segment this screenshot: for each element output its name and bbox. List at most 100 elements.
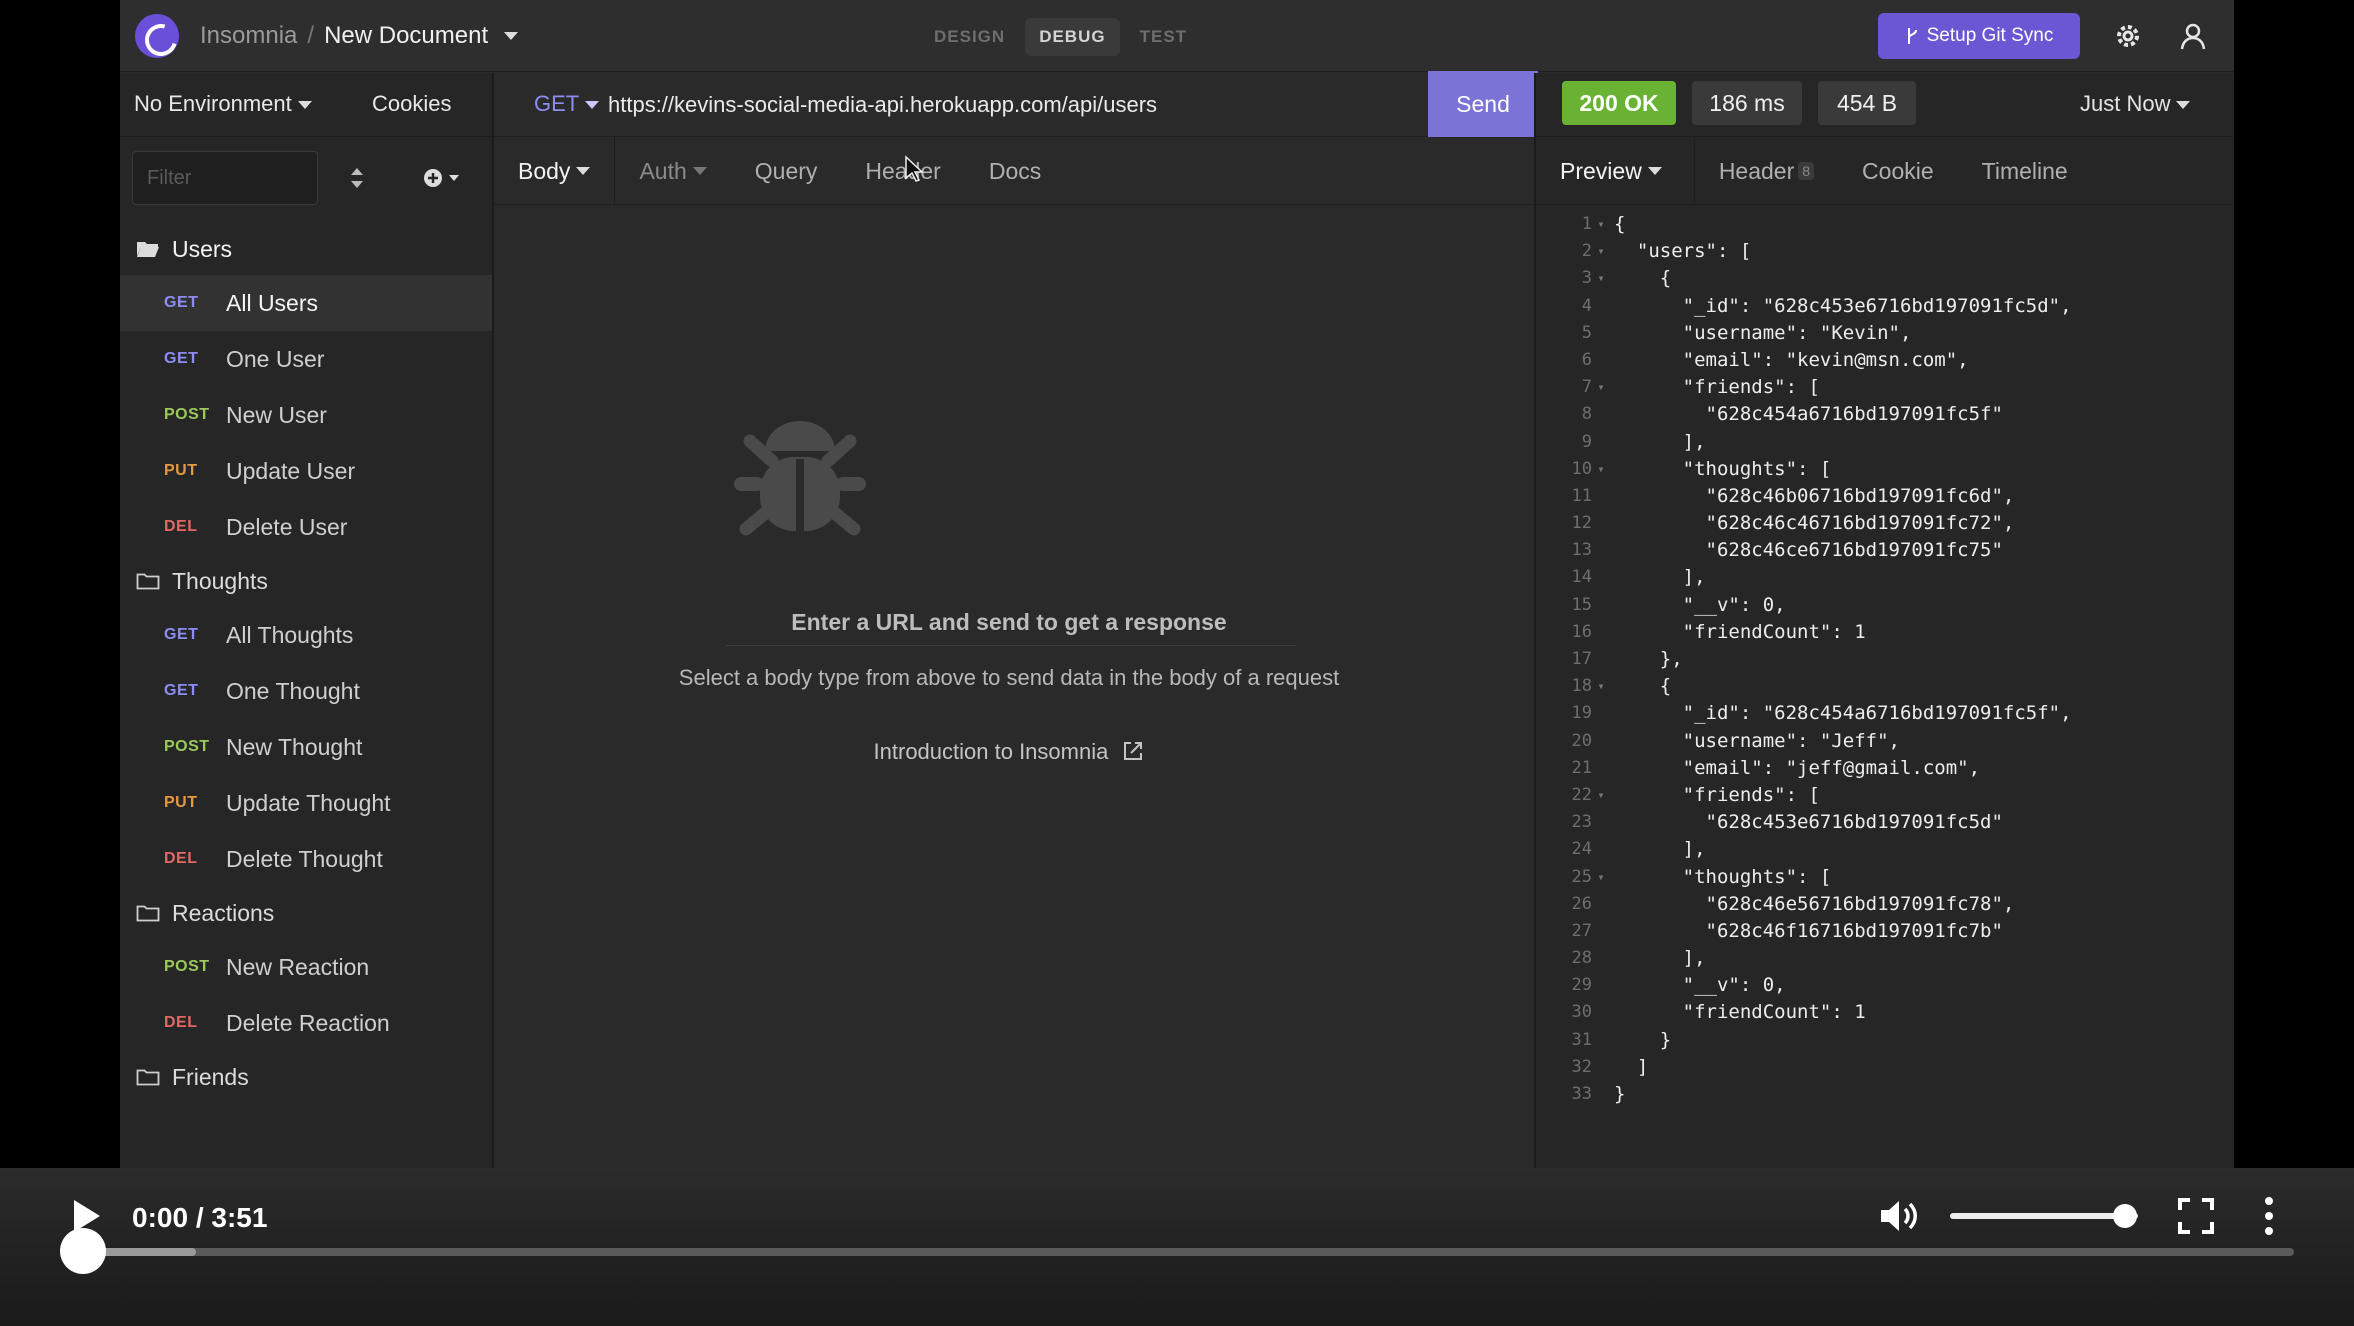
fold-gutter [1592, 592, 1610, 619]
sort-icon[interactable] [342, 161, 372, 195]
history-select[interactable]: Just Now [2080, 91, 2191, 117]
fold-arrow-icon[interactable]: ▾ [1592, 782, 1610, 809]
code-text: ] [1614, 1055, 1649, 1078]
request-item[interactable]: PUT Update User [120, 443, 492, 499]
request-pane: GET Send Body Auth Query Header Docs [494, 71, 1538, 1168]
code-line: 13 "628c46ce6716bd197091fc75" [1536, 537, 2234, 564]
volume-slider[interactable] [1950, 1213, 2138, 1219]
code-text: }, [1614, 648, 1683, 670]
breadcrumb-app[interactable]: Insomnia [200, 22, 297, 50]
code-line: 19 "_id": "628c454a6716bd197091fc5f", [1536, 700, 2234, 727]
folder-friends[interactable]: Friends [120, 1051, 492, 1103]
line-number: 33 [1571, 1084, 1592, 1104]
request-item[interactable]: GET One Thought [120, 663, 492, 719]
line-number: 5 [1581, 322, 1592, 343]
line-number: 9 [1581, 431, 1592, 452]
code-text: "628c454a6716bd197091fc5f" [1614, 403, 2003, 426]
request-item[interactable]: POST New Thought [120, 719, 492, 775]
add-request-button[interactable] [416, 161, 466, 195]
insomnia-logo-icon[interactable] [135, 14, 179, 58]
request-item[interactable]: DEL Delete Reaction [120, 995, 492, 1051]
filter-input[interactable] [132, 151, 318, 205]
folder-users[interactable]: Users [120, 223, 492, 275]
request-label: Update User [226, 457, 356, 484]
fold-arrow-icon[interactable]: ▾ [1592, 673, 1610, 700]
request-label: One Thought [226, 677, 360, 704]
code-text: "628c46b06716bd197091fc6d", [1614, 484, 2015, 507]
line-number: 1 [1581, 214, 1592, 234]
fold-gutter [1592, 809, 1610, 836]
fold-gutter [1592, 1081, 1610, 1108]
tab-debug[interactable]: DEBUG [1025, 18, 1120, 56]
breadcrumb-document[interactable]: New Document [324, 22, 488, 50]
line-number: 32 [1571, 1056, 1592, 1077]
request-item[interactable]: GET One User [120, 331, 492, 387]
account-icon[interactable] [2170, 13, 2216, 59]
fold-arrow-icon[interactable]: ▾ [1592, 265, 1610, 292]
volume-icon[interactable] [1878, 1196, 1922, 1236]
request-item[interactable]: GET All Thoughts [120, 607, 492, 663]
code-line: 29 "__v": 0, [1536, 972, 2234, 999]
fold-arrow-icon[interactable]: ▾ [1592, 456, 1610, 483]
fold-arrow-icon[interactable]: ▾ [1592, 864, 1610, 891]
intro-link[interactable]: Introduction to Insomnia [494, 739, 1524, 765]
chevron-down-icon [449, 175, 459, 181]
line-number: 20 [1571, 730, 1592, 751]
code-text: "_id": "628c453e6716bd197091fc5d", [1614, 294, 2072, 317]
fullscreen-icon[interactable] [2176, 1196, 2216, 1236]
tab-query[interactable]: Query [731, 137, 842, 205]
more-vertical-icon[interactable] [2254, 1194, 2284, 1238]
tab-timeline[interactable]: Timeline [1958, 137, 2092, 205]
request-item[interactable]: POST New User [120, 387, 492, 443]
line-number: 13 [1571, 540, 1592, 561]
mode-switcher: DESIGN DEBUG TEST [920, 18, 1201, 56]
tab-body[interactable]: Body [494, 137, 616, 205]
gear-icon[interactable] [2105, 13, 2151, 59]
divider [726, 645, 1296, 646]
request-item[interactable]: PUT Update Thought [120, 775, 492, 831]
url-input[interactable] [608, 83, 1408, 127]
code-text: "628c46ce6716bd197091fc75" [1614, 539, 2003, 562]
code-line: 17 }, [1536, 646, 2234, 673]
fold-gutter [1592, 483, 1610, 510]
tab-design[interactable]: DESIGN [920, 18, 1019, 56]
seek-bar[interactable] [62, 1248, 2294, 1256]
chevron-down-icon [585, 101, 600, 110]
fold-arrow-icon[interactable]: ▾ [1592, 374, 1610, 401]
send-button[interactable]: Send [1428, 71, 1538, 137]
chevron-down-icon[interactable] [504, 32, 519, 40]
request-item[interactable]: DEL Delete User [120, 499, 492, 555]
response-size-badge: 454 B [1818, 81, 1916, 125]
line-number: 11 [1571, 485, 1592, 506]
tab-preview[interactable]: Preview [1536, 137, 1695, 205]
cookies-button[interactable]: Cookies [372, 91, 451, 117]
request-item[interactable]: POST New Reaction [120, 939, 492, 995]
request-item[interactable]: GET All Users [120, 275, 492, 331]
folder-thoughts[interactable]: Thoughts [120, 555, 492, 607]
tab-response-header[interactable]: Header 8 [1695, 137, 1838, 205]
fold-gutter [1592, 1054, 1610, 1081]
line-number: 25 [1571, 866, 1592, 887]
code-line: 14 ], [1536, 564, 2234, 591]
header-count-badge: 8 [1798, 162, 1815, 180]
code-text: ], [1614, 838, 1706, 861]
line-number: 8 [1581, 404, 1592, 425]
setup-git-sync-button[interactable]: Setup Git Sync [1878, 13, 2080, 59]
breadcrumb-separator: / [307, 22, 315, 49]
json-preview: 1 ▾{2 ▾ "users": [3 ▾ {4 "_id": "628c453e67… [1536, 211, 2234, 1108]
folder-reactions[interactable]: Reactions [120, 887, 492, 939]
fold-arrow-icon[interactable]: ▾ [1592, 211, 1610, 238]
environment-select[interactable]: No Environment [134, 91, 312, 117]
tab-test[interactable]: TEST [1126, 18, 1201, 56]
method-select[interactable]: GET [534, 91, 600, 117]
fold-arrow-icon[interactable]: ▾ [1592, 238, 1610, 265]
volume-slider-handle[interactable] [2112, 1204, 2137, 1228]
request-item[interactable]: DEL Delete Thought [120, 831, 492, 887]
tab-cookie[interactable]: Cookie [1838, 137, 1958, 205]
tab-docs[interactable]: Docs [965, 137, 1065, 205]
seek-handle[interactable] [60, 1228, 106, 1274]
fold-gutter [1592, 293, 1610, 320]
tab-auth[interactable]: Auth [615, 137, 730, 205]
code-line: 26 "628c46e56716bd197091fc78", [1536, 891, 2234, 918]
code-text: "628c46c46716bd197091fc72", [1614, 512, 2015, 535]
